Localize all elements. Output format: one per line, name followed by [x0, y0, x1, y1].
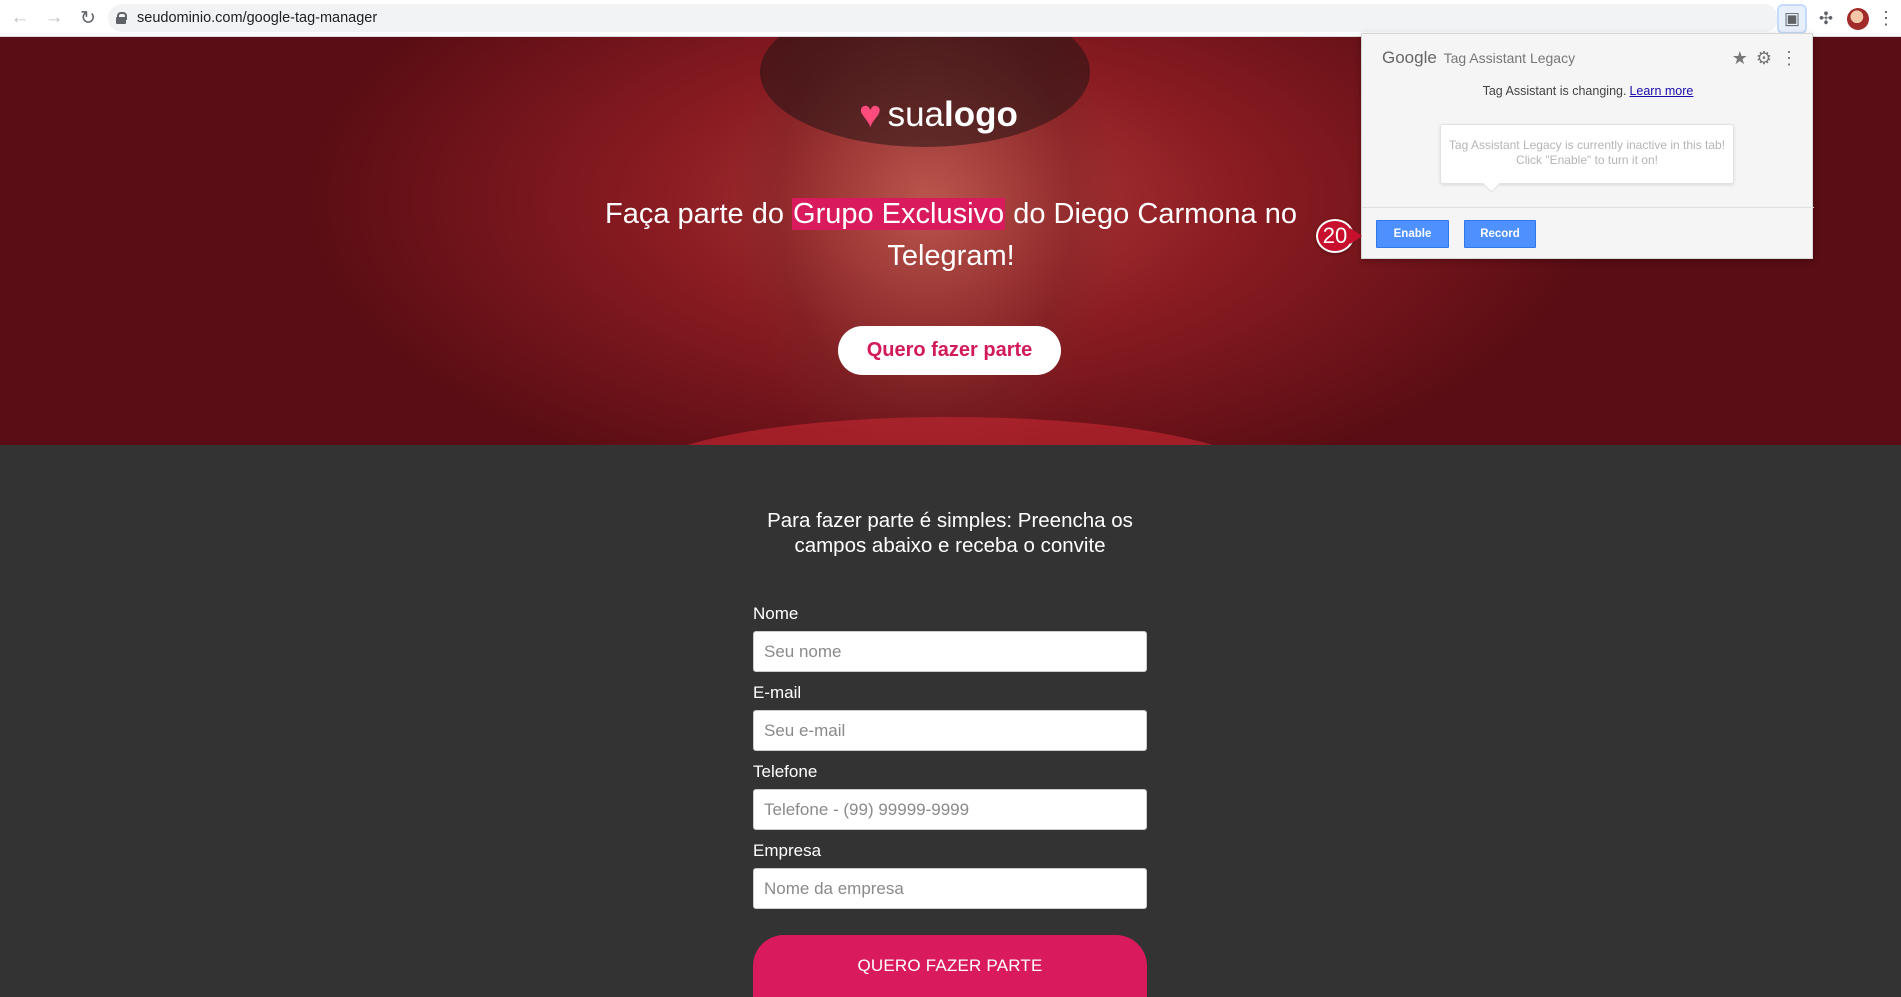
browser-toolbar: ← → ↻ seudominio.com/google-tag-manager …: [0, 0, 1901, 37]
tag-assistant-popup: Google Tag Assistant Legacy ★ ⚙ ⋮ Tag As…: [1361, 33, 1814, 259]
logo-text-light: sua: [887, 95, 944, 134]
hero-headline: Faça parte do Grupo Exclusivo do Diego C…: [560, 193, 1342, 277]
app-name: Tag Assistant Legacy: [1443, 50, 1576, 66]
gear-icon[interactable]: ⚙: [1756, 48, 1772, 69]
popup-divider: [1362, 207, 1814, 208]
email-field[interactable]: [753, 710, 1147, 751]
reload-icon[interactable]: ↻: [74, 4, 102, 32]
inactive-message: Tag Assistant Legacy is currently inacti…: [1440, 124, 1734, 184]
url-text: seudominio.com/google-tag-manager: [137, 10, 378, 26]
star-icon[interactable]: ★: [1732, 48, 1748, 69]
popup-brand: Google Tag Assistant Legacy: [1382, 48, 1575, 68]
google-wordmark: Google: [1382, 48, 1437, 67]
more-icon[interactable]: ⋮: [1780, 48, 1798, 69]
enable-button[interactable]: Enable: [1376, 220, 1449, 248]
browser-menu-icon[interactable]: ⋮: [1877, 8, 1895, 29]
email-label: E-mail: [753, 683, 802, 702]
lock-icon: [116, 12, 127, 24]
name-label: Nome: [753, 604, 799, 623]
address-bar[interactable]: seudominio.com/google-tag-manager: [108, 4, 1778, 32]
popup-tools: ★ ⚙ ⋮: [1732, 48, 1798, 69]
company-label: Empresa: [753, 841, 822, 860]
phone-field[interactable]: [753, 789, 1147, 830]
avatar[interactable]: [1847, 7, 1869, 30]
hero-cta-button[interactable]: Quero fazer parte: [838, 326, 1061, 375]
step-number-badge: 20: [1316, 219, 1354, 253]
headline-start: Faça parte do: [605, 198, 793, 230]
change-notice-text: Tag Assistant is changing.: [1482, 84, 1627, 98]
back-arrow-icon[interactable]: ←: [6, 4, 34, 32]
site-logo: ♥ sua logo: [859, 95, 1018, 135]
record-button[interactable]: Record: [1464, 220, 1536, 248]
change-notice: Tag Assistant is changing. Learn more: [1362, 84, 1814, 98]
hero-photo-shirt: [640, 417, 1260, 445]
tag-assistant-extension-icon[interactable]: ▣: [1777, 3, 1807, 34]
phone-label: Telefone: [753, 762, 818, 781]
forward-arrow-icon[interactable]: →: [40, 4, 68, 32]
extensions-area: ▣ ✣ ⋮: [1777, 0, 1901, 37]
heart-icon: ♥: [859, 94, 882, 136]
name-field[interactable]: [753, 631, 1147, 672]
company-field[interactable]: [753, 868, 1147, 909]
puzzle-icon[interactable]: ✣: [1813, 6, 1839, 32]
logo-text-bold: logo: [944, 95, 1018, 134]
form-intro: Para fazer parte é simples: Preencha os …: [767, 509, 1133, 557]
submit-button[interactable]: QUERO FAZER PARTE: [753, 935, 1147, 997]
badge-pointer: [1350, 228, 1362, 244]
headline-highlight: Grupo Exclusivo: [792, 198, 1006, 230]
learn-more-link[interactable]: Learn more: [1629, 84, 1693, 98]
